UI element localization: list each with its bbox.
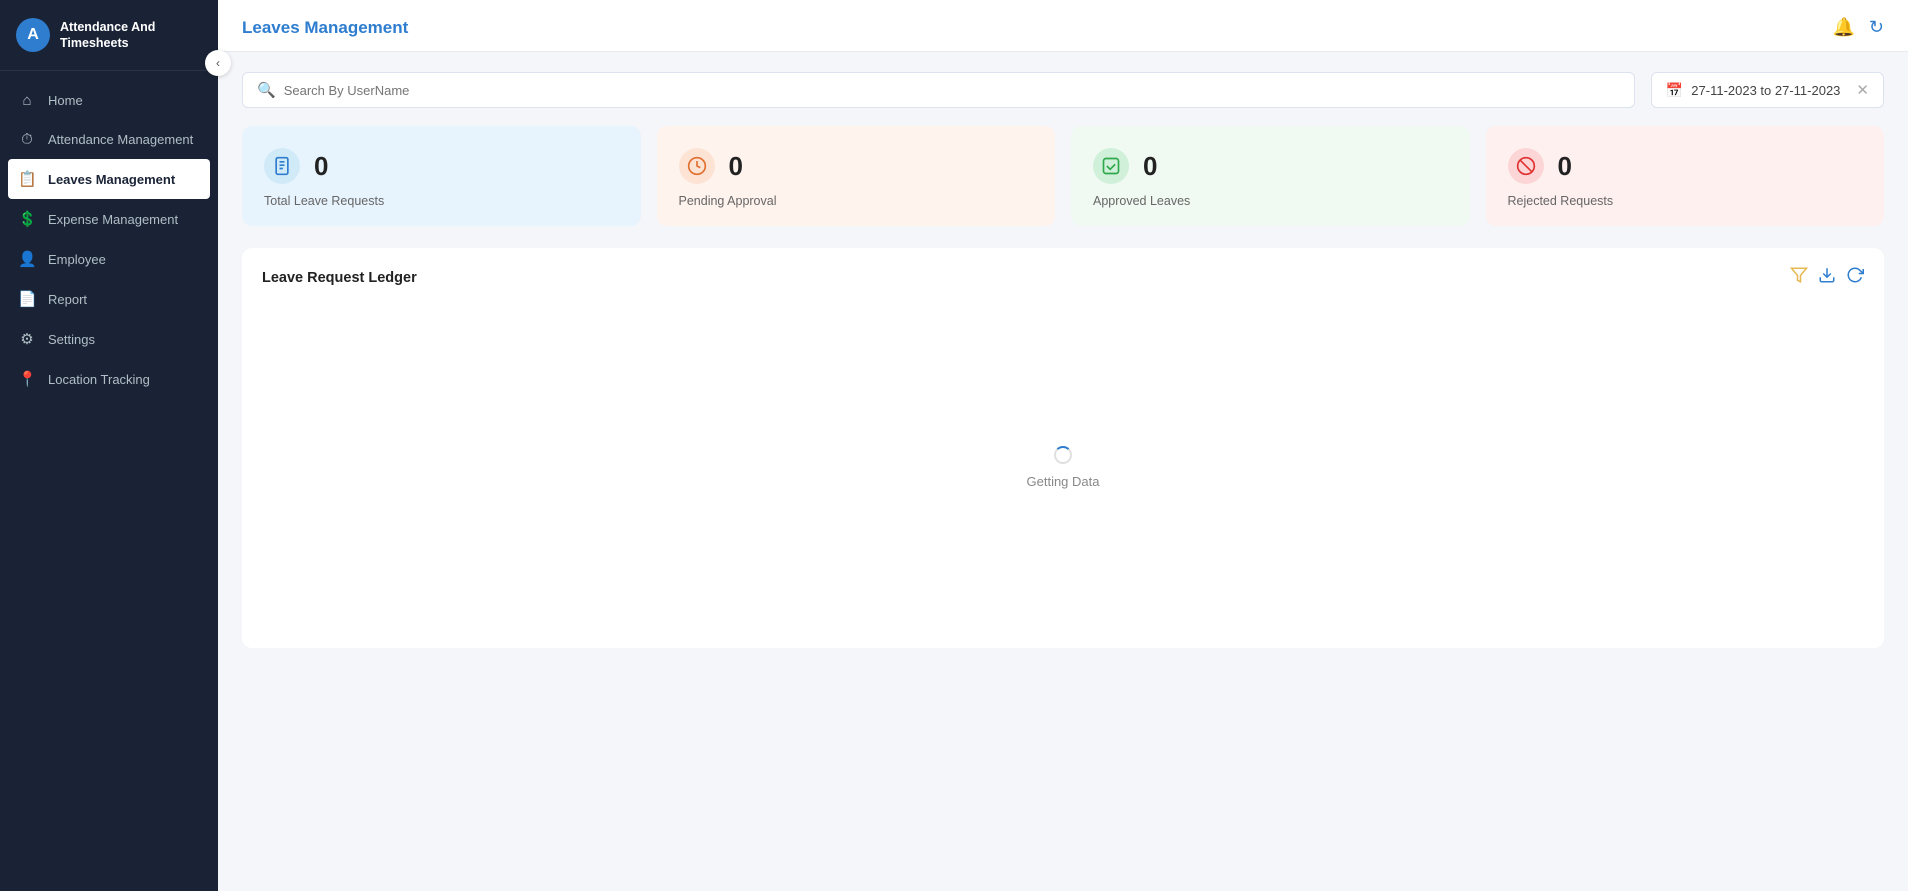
stat-card-top: 0 (679, 148, 1034, 184)
ledger-actions (1790, 266, 1864, 289)
pending-value: 0 (729, 151, 743, 182)
employee-icon: 👤 (18, 250, 36, 268)
sidebar-item-label: Home (48, 93, 83, 108)
date-range-value: 27-11-2023 to 27-11-2023 (1691, 83, 1840, 98)
sidebar-nav: ⌂ Home ⏱ Attendance Management 📋 Leaves … (0, 71, 218, 891)
notification-bell-icon[interactable]: 🔔 (1832, 17, 1854, 38)
sidebar-item-report[interactable]: 📄 Report (0, 279, 218, 319)
main-content: Leaves Management 🔔 ↻ 🔍 📅 27-11-2023 to … (218, 0, 1908, 891)
expense-icon: 💲 (18, 210, 36, 228)
sidebar-collapse-button[interactable]: ‹ (205, 50, 231, 76)
report-icon: 📄 (18, 290, 36, 308)
stat-cards-grid: 0 Total Leave Requests 0 Pending Approva… (242, 126, 1884, 226)
download-icon[interactable] (1818, 266, 1836, 289)
filter-icon[interactable] (1790, 266, 1808, 289)
topbar-actions: 🔔 ↻ (1832, 17, 1884, 38)
loading-state: Getting Data (262, 307, 1864, 627)
sidebar-item-leaves[interactable]: 📋 Leaves Management (8, 159, 210, 199)
sidebar-logo: A Attendance And Timesheets (0, 0, 218, 71)
topbar-refresh-icon[interactable]: ↻ (1869, 17, 1884, 38)
attendance-icon: ⏱ (18, 131, 36, 148)
approved-label: Approved Leaves (1093, 194, 1448, 208)
page-title: Leaves Management (242, 18, 408, 38)
sidebar-item-settings[interactable]: ⚙ Settings (0, 319, 218, 359)
topbar: Leaves Management 🔔 ↻ (218, 0, 1908, 52)
sidebar-item-label: Settings (48, 332, 95, 347)
sidebar-item-label: Location Tracking (48, 372, 150, 387)
stat-card-total: 0 Total Leave Requests (242, 126, 641, 226)
date-clear-icon[interactable]: ✕ (1856, 81, 1869, 99)
stat-card-pending: 0 Pending Approval (657, 126, 1056, 226)
stat-card-top: 0 (1508, 148, 1863, 184)
sidebar-item-label: Attendance Management (48, 132, 193, 147)
rejected-icon (1508, 148, 1544, 184)
stat-card-top: 0 (264, 148, 619, 184)
settings-icon: ⚙ (18, 330, 36, 348)
approved-value: 0 (1143, 151, 1157, 182)
sidebar-item-label: Report (48, 292, 87, 307)
leaves-icon: 📋 (18, 170, 36, 188)
stat-card-rejected: 0 Rejected Requests (1486, 126, 1885, 226)
total-leaves-value: 0 (314, 151, 328, 182)
pending-icon (679, 148, 715, 184)
rejected-value: 0 (1558, 151, 1572, 182)
calendar-icon: 📅 (1666, 82, 1683, 99)
search-icon: 🔍 (257, 81, 276, 99)
search-input-wrap: 🔍 (242, 72, 1635, 108)
date-range-picker[interactable]: 📅 27-11-2023 to 27-11-2023 ✕ (1651, 72, 1884, 108)
pending-label: Pending Approval (679, 194, 1034, 208)
search-input[interactable] (284, 83, 1620, 98)
loading-spinner (1054, 446, 1072, 464)
total-leaves-icon (264, 148, 300, 184)
rejected-label: Rejected Requests (1508, 194, 1863, 208)
ledger-header: Leave Request Ledger (262, 266, 1864, 289)
sidebar-item-employee[interactable]: 👤 Employee (0, 239, 218, 279)
loading-text: Getting Data (1027, 474, 1100, 489)
sidebar-item-location[interactable]: 📍 Location Tracking (0, 359, 218, 399)
logo-icon: A (16, 18, 50, 52)
stat-card-approved: 0 Approved Leaves (1071, 126, 1470, 226)
approved-icon (1093, 148, 1129, 184)
leave-request-ledger: Leave Request Ledger (242, 248, 1884, 648)
sidebar: A Attendance And Timesheets ‹ ⌂ Home ⏱ A… (0, 0, 218, 891)
search-date-row: 🔍 📅 27-11-2023 to 27-11-2023 ✕ (242, 72, 1884, 108)
total-leaves-label: Total Leave Requests (264, 194, 619, 208)
sidebar-item-home[interactable]: ⌂ Home (0, 81, 218, 120)
ledger-title: Leave Request Ledger (262, 270, 417, 286)
sidebar-item-label: Employee (48, 252, 106, 267)
sidebar-item-label: Leaves Management (48, 172, 175, 187)
sidebar-item-expense[interactable]: 💲 Expense Management (0, 199, 218, 239)
home-icon: ⌂ (18, 92, 36, 109)
content-area: 🔍 📅 27-11-2023 to 27-11-2023 ✕ (218, 52, 1908, 891)
sidebar-item-attendance[interactable]: ⏱ Attendance Management (0, 120, 218, 159)
stat-card-top: 0 (1093, 148, 1448, 184)
app-name: Attendance And Timesheets (60, 19, 155, 52)
sidebar-item-label: Expense Management (48, 212, 178, 227)
location-icon: 📍 (18, 370, 36, 388)
ledger-refresh-icon[interactable] (1846, 266, 1864, 289)
